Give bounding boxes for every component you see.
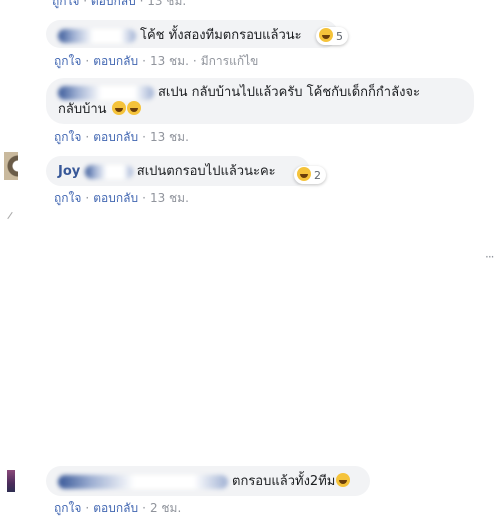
commenter-name[interactable] <box>58 28 136 43</box>
like-link[interactable]: ถูกใจ <box>52 0 79 8</box>
comment-bubble: โค้ช ทั้งสองทีมตกรอบแล้วนะ <box>46 20 338 48</box>
comment-text: ตกรอบแล้วทั้ง2ทีม <box>232 474 336 489</box>
more-options-icon[interactable]: ··· <box>485 250 495 264</box>
reaction-count[interactable]: 2 <box>294 166 326 184</box>
comment-actions: ถูกใจ · ตอบกลับ · 13 ชม. <box>54 191 189 205</box>
timestamp: 13 ชม. <box>147 0 187 8</box>
grin-emoji-icon <box>111 101 126 115</box>
laugh-emoji-icon <box>319 28 333 42</box>
commenter-name[interactable]: Joy <box>58 164 133 179</box>
like-link[interactable]: ถูกใจ <box>54 501 81 515</box>
laugh-emoji-icon <box>336 473 351 487</box>
top-partial-actions: ถูกใจ · ตอบกลับ · 13 ชม. <box>52 0 186 11</box>
comment-actions: ถูกใจ · ตอบกลับ · 2 ชม. <box>54 501 182 515</box>
timestamp: 2 ชม. <box>149 501 182 515</box>
reply-link[interactable]: ตอบกลับ <box>93 191 138 205</box>
timestamp: 13 ชม. <box>149 191 189 205</box>
reaction-number: 5 <box>336 30 343 43</box>
reaction-count[interactable]: 5 <box>316 27 348 45</box>
comment-text-line2: กลับบ้าน <box>58 102 107 117</box>
comment-bubble: Joy สเปนตกรอบไปแล้วนะคะ <box>46 156 310 186</box>
grin-emoji-icon <box>126 101 141 115</box>
timestamp: 13 ชม. <box>149 130 189 144</box>
reply-link[interactable]: ตอบกลับ <box>93 54 138 68</box>
like-link[interactable]: ถูกใจ <box>54 54 81 68</box>
divider-mark <box>7 211 13 220</box>
avatar[interactable] <box>7 470 15 492</box>
like-link[interactable]: ถูกใจ <box>54 191 81 205</box>
avatar[interactable] <box>4 152 18 180</box>
commenter-name[interactable] <box>58 85 154 100</box>
reaction-number: 2 <box>314 169 321 182</box>
reply-link[interactable]: ตอบกลับ <box>93 130 138 144</box>
reply-link[interactable]: ตอบกลับ <box>93 501 138 515</box>
commenter-name[interactable] <box>58 474 228 489</box>
comment-text: สเปนตกรอบไปแล้วนะคะ <box>136 164 276 179</box>
reply-link[interactable]: ตอบกลับ <box>91 0 136 8</box>
laugh-emoji-icon <box>297 167 311 181</box>
like-link[interactable]: ถูกใจ <box>54 130 81 144</box>
comment-bubble: ตกรอบแล้วทั้ง2ทีม <box>46 466 370 496</box>
timestamp: 13 ชม. <box>149 54 189 68</box>
comment-bubble: สเปน กลับบ้านไปแล้วครับ โค้ชกับเด็กก็กำล… <box>46 78 474 124</box>
comment-actions: ถูกใจ · ตอบกลับ · 13 ชม. <box>54 130 189 144</box>
comment-actions: ถูกใจ · ตอบกลับ · 13 ชม. · มีการแก้ไข <box>54 54 259 68</box>
edited-label[interactable]: มีการแก้ไข <box>201 54 259 68</box>
comment-text: โค้ช ทั้งสองทีมตกรอบแล้วนะ <box>140 28 302 43</box>
comment-text: สเปน กลับบ้านไปแล้วครับ โค้ชกับเด็กก็กำล… <box>158 85 421 100</box>
